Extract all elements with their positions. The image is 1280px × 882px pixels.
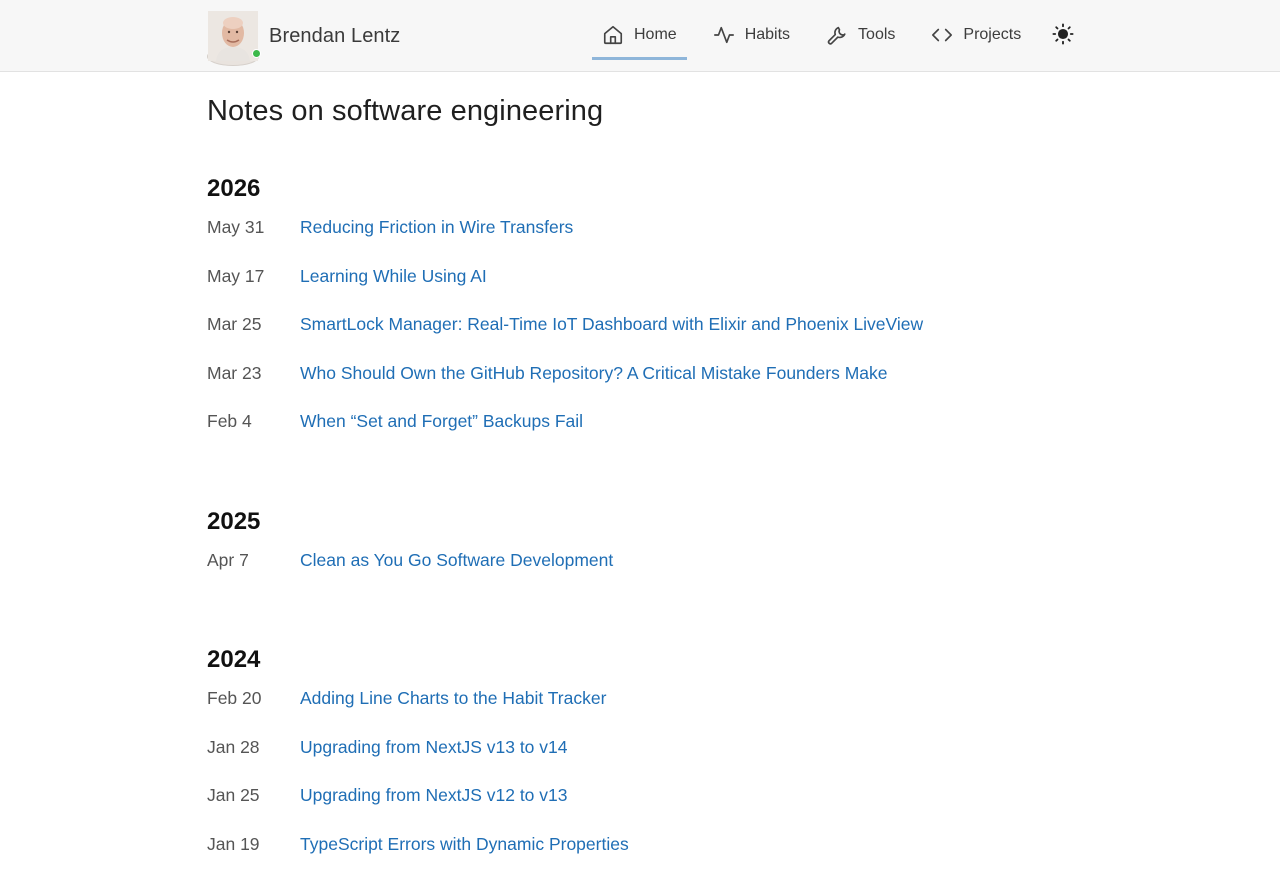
list-item: Apr 7 Clean as You Go Software Developme… [207,550,1087,599]
post-link[interactable]: Clean as You Go Software Development [300,550,613,571]
list-item: Mar 23 Who Should Own the GitHub Reposit… [207,363,1087,412]
list-item: Feb 4 When “Set and Forget” Backups Fail [207,411,1087,460]
code-icon [931,24,953,46]
post-date: Feb 20 [207,688,300,709]
post-link[interactable]: Adding Line Charts to the Habit Tracker [300,688,606,709]
post-list: Feb 20 Adding Line Charts to the Habit T… [207,688,1087,882]
wrench-icon [826,24,848,46]
post-date: May 17 [207,266,300,287]
page-title: Notes on software engineering [207,95,1087,128]
theme-toggle-button[interactable] [1052,23,1074,45]
post-date: Mar 23 [207,363,300,384]
list-item: Jan 25 Upgrading from NextJS v12 to v13 [207,785,1087,834]
post-date: Mar 25 [207,314,300,335]
nav-habits[interactable]: Habits [703,12,800,60]
list-item: Jan 28 Upgrading from NextJS v13 to v14 [207,737,1087,786]
nav-home[interactable]: Home [592,12,687,60]
post-list: May 31 Reducing Friction in Wire Transfe… [207,217,1087,460]
list-item: Feb 20 Adding Line Charts to the Habit T… [207,688,1087,737]
main-nav: Home Habits Tools Projects [592,12,1047,62]
main-content: Notes on software engineering 2026 May 3… [207,72,1087,882]
post-link[interactable]: SmartLock Manager: Real-Time IoT Dashboa… [300,314,923,335]
list-item: Jan 19 TypeScript Errors with Dynamic Pr… [207,834,1087,882]
year-heading: 2024 [207,646,1087,674]
post-date: Jan 19 [207,834,300,855]
home-icon [602,24,624,46]
post-link[interactable]: Who Should Own the GitHub Repository? A … [300,363,887,384]
post-date: Jan 25 [207,785,300,806]
year-heading: 2026 [207,175,1087,203]
avatar-photo [207,47,259,66]
activity-icon [713,24,735,46]
nav-tools[interactable]: Tools [816,12,905,60]
post-link[interactable]: TypeScript Errors with Dynamic Propertie… [300,834,629,855]
sun-icon [1052,23,1074,45]
online-status-dot [252,49,261,58]
post-link[interactable]: Upgrading from NextJS v13 to v14 [300,737,568,758]
year-section-2026: 2026 May 31 Reducing Friction in Wire Tr… [207,175,1087,460]
avatar [207,11,257,61]
nav-projects-label: Projects [963,26,1021,44]
post-link[interactable]: Learning While Using AI [300,266,487,287]
nav-habits-label: Habits [745,26,790,44]
post-list: Apr 7 Clean as You Go Software Developme… [207,550,1087,599]
post-date: Jan 28 [207,737,300,758]
post-date: Feb 4 [207,411,300,432]
post-link[interactable]: Reducing Friction in Wire Transfers [300,217,573,238]
post-link[interactable]: When “Set and Forget” Backups Fail [300,411,583,432]
nav-home-label: Home [634,26,677,44]
author-name: Brendan Lentz [269,25,400,48]
site-header: Brendan Lentz Home Habits Tools [0,0,1280,72]
year-heading: 2025 [207,508,1087,536]
post-link[interactable]: Upgrading from NextJS v12 to v13 [300,785,568,806]
year-section-2024: 2024 Feb 20 Adding Line Charts to the Ha… [207,646,1087,882]
list-item: May 17 Learning While Using AI [207,266,1087,315]
home-brand-link[interactable]: Brendan Lentz [207,11,400,61]
list-item: May 31 Reducing Friction in Wire Transfe… [207,217,1087,266]
post-date: Apr 7 [207,550,300,571]
nav-tools-label: Tools [858,26,895,44]
list-item: Mar 25 SmartLock Manager: Real-Time IoT … [207,314,1087,363]
nav-projects[interactable]: Projects [921,12,1031,60]
year-section-2025: 2025 Apr 7 Clean as You Go Software Deve… [207,508,1087,599]
post-date: May 31 [207,217,300,238]
